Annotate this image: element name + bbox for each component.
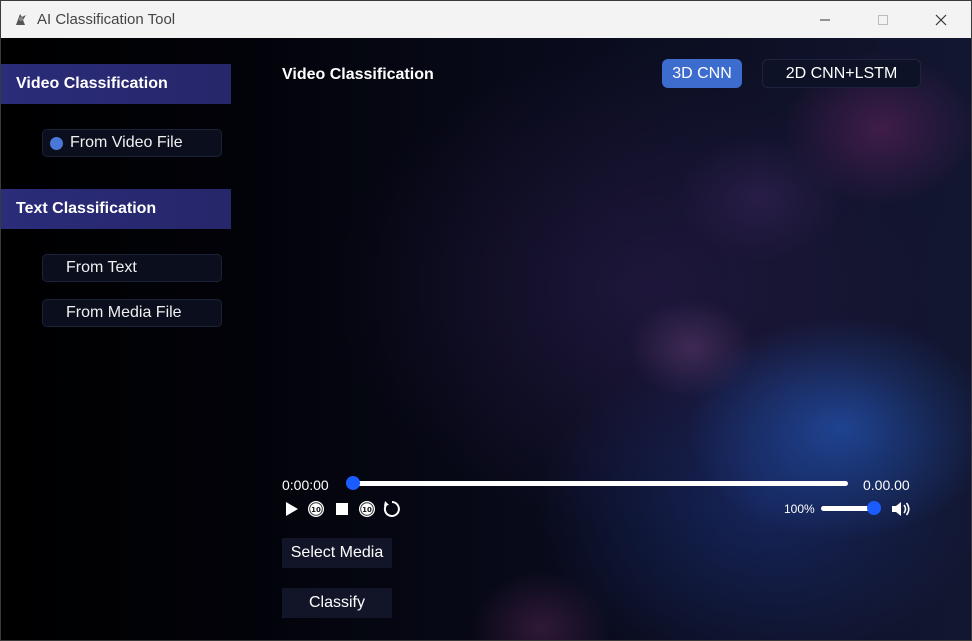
mute-button[interactable]	[890, 499, 912, 519]
stop-button[interactable]	[332, 499, 352, 519]
selected-indicator-icon	[50, 137, 63, 150]
sidebar-item-label: From Media File	[66, 304, 182, 321]
sidebar-item-from-media-file[interactable]: From Media File	[42, 299, 222, 327]
svg-text:10: 10	[311, 506, 321, 514]
sidebar-item-from-text[interactable]: From Text	[42, 254, 222, 282]
model-3d-cnn-button[interactable]: 3D CNN	[662, 59, 742, 88]
rewind-10-button[interactable]: 10	[306, 499, 326, 519]
close-button[interactable]	[912, 1, 970, 38]
duration-time: 0.00.00	[863, 477, 910, 493]
minimize-icon	[820, 19, 830, 20]
volume-percent: 100%	[784, 502, 815, 516]
rewind-10-icon: 10	[308, 501, 324, 517]
sidebar-item-from-video-file[interactable]: From Video File	[42, 129, 222, 157]
svg-text:10: 10	[362, 506, 372, 514]
close-icon	[935, 14, 947, 25]
sidebar: Video Classification From Video File Tex…	[1, 38, 233, 640]
model-2d-cnn-lstm-button[interactable]: 2D CNN+LSTM	[762, 59, 921, 88]
restart-icon	[383, 501, 400, 517]
play-icon	[286, 502, 298, 516]
title-bar[interactable]: AI Classification Tool	[1, 1, 971, 38]
section-video-classification: Video Classification	[1, 64, 231, 104]
content-area: Video Classification From Video File Tex…	[1, 38, 971, 640]
forward-10-icon: 10	[359, 501, 375, 517]
classify-button[interactable]: Classify	[282, 588, 392, 618]
page-title: Video Classification	[282, 66, 434, 83]
progress-handle[interactable]	[346, 476, 360, 490]
current-time: 0:00:00	[282, 477, 329, 493]
stop-icon	[336, 503, 348, 515]
progress-slider[interactable]	[351, 481, 848, 486]
minimize-button[interactable]	[796, 1, 854, 38]
maximize-icon	[878, 14, 888, 25]
play-button[interactable]	[282, 499, 302, 519]
app-icon	[13, 11, 29, 27]
restart-button[interactable]	[382, 499, 402, 519]
sidebar-item-label: From Text	[66, 259, 137, 276]
section-text-classification: Text Classification	[1, 189, 231, 229]
maximize-button[interactable]	[854, 1, 912, 38]
volume-handle[interactable]	[867, 501, 881, 515]
forward-10-button[interactable]: 10	[357, 499, 377, 519]
speaker-icon	[892, 502, 910, 516]
window-title: AI Classification Tool	[37, 11, 176, 28]
select-media-button[interactable]: Select Media	[282, 538, 392, 568]
app-window: AI Classification Tool Video Classificat…	[0, 0, 972, 641]
sidebar-item-label: From Video File	[70, 134, 183, 151]
